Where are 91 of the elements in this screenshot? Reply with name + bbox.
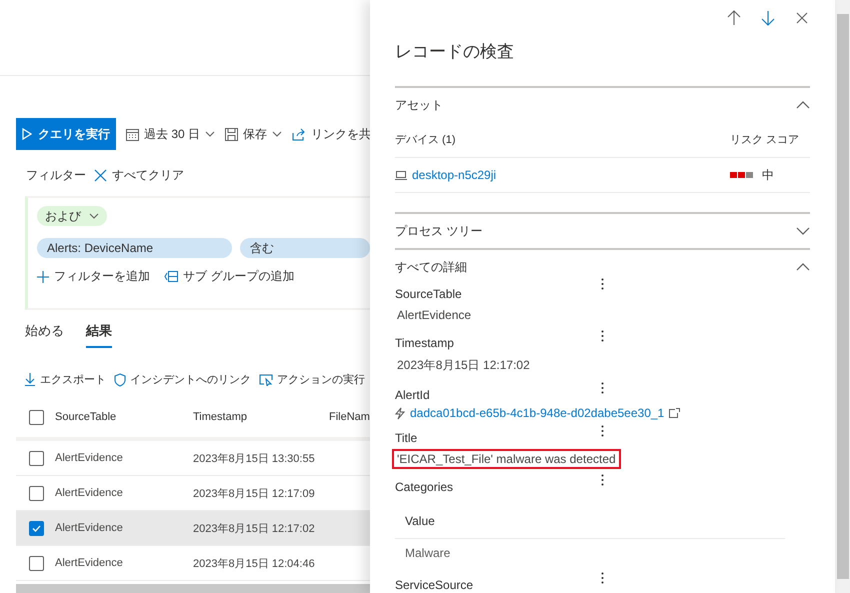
action-button[interactable]: インシデントへのリンク xyxy=(114,372,251,387)
close-icon xyxy=(794,10,810,26)
operator-dropdown[interactable]: および xyxy=(37,206,107,226)
alert-id-link[interactable]: dadca01bcd-e65b-4c1b-948e-d02dabe5ee30_1 xyxy=(410,406,664,420)
field-label: Timestamp xyxy=(395,336,455,352)
field-value: 'EICAR_Test_File' malware was detected xyxy=(392,449,621,469)
previous-button[interactable] xyxy=(726,10,742,26)
more-icon[interactable] xyxy=(601,278,604,290)
open-external-icon[interactable] xyxy=(669,408,680,418)
table-row[interactable]: AlertEvidence 2023年8月15日 12:17:02 xyxy=(16,511,370,546)
vertical-scrollbar[interactable] xyxy=(835,0,850,593)
action-button[interactable]: アクションの実行 xyxy=(259,372,365,387)
more-icon[interactable] xyxy=(601,330,604,342)
table-cell-text: AlertEvidence xyxy=(55,487,124,499)
more-icon[interactable] xyxy=(601,425,604,437)
filter-label: フィルター xyxy=(26,166,86,184)
table-cell-text: 2023年8月15日 13:30:55 xyxy=(193,452,316,466)
section-header[interactable]: プロセス ツリー xyxy=(395,212,810,248)
table-cell-text: AlertEvidence xyxy=(55,522,124,534)
row-checkbox[interactable] xyxy=(29,486,44,500)
field-label: Title xyxy=(395,431,418,447)
row-checkbox[interactable] xyxy=(29,520,44,536)
table-cell-text: AlertEvidence xyxy=(55,557,124,569)
horizontal-scrollbar[interactable] xyxy=(16,584,370,593)
condition-selector[interactable]: 含む xyxy=(240,238,370,258)
subgroup-icon xyxy=(164,271,178,282)
share-icon xyxy=(292,128,306,140)
section-header[interactable]: アセット xyxy=(395,86,810,122)
save-icon xyxy=(225,128,238,140)
calendar-icon xyxy=(126,128,139,140)
row-checkbox[interactable] xyxy=(29,450,44,466)
chevron-down-icon xyxy=(89,213,99,219)
cursor-icon xyxy=(259,374,273,386)
field-label: SourceTable xyxy=(395,287,463,303)
table-cell-text: 2023年8月15日 12:17:09 xyxy=(193,486,316,500)
device-link[interactable]: desktop-n5c29ji xyxy=(395,168,496,182)
field-value: 2023年8月15日 12:17:02 xyxy=(396,357,531,374)
check-icon xyxy=(32,524,41,532)
run-query-button[interactable]: クエリを実行 xyxy=(16,118,116,150)
section-title: アセット xyxy=(395,96,443,114)
close-icon xyxy=(94,168,107,182)
risk-label: 中 xyxy=(762,166,774,184)
lightning-icon xyxy=(395,406,405,420)
table-cell-text: AlertEvidence xyxy=(55,452,124,464)
column-header[interactable]: SourceTable xyxy=(55,411,193,423)
table-row[interactable]: AlertEvidence 2023年8月15日 12:04:46 xyxy=(16,546,370,581)
more-icon[interactable] xyxy=(601,474,604,486)
chevron-down-icon xyxy=(205,131,216,137)
table-cell-text: 2023年8月15日 12:04:46 xyxy=(193,556,316,570)
column-header[interactable]: Timestamp xyxy=(193,411,329,423)
table-cell-text: Malware xyxy=(404,545,452,562)
section-title: プロセス ツリー xyxy=(395,222,482,240)
row-checkbox[interactable] xyxy=(29,556,44,570)
field-label: AlertId xyxy=(395,388,431,404)
column-header: リスク スコア xyxy=(730,133,800,147)
close-button[interactable] xyxy=(794,10,810,26)
table-cell-text: 2023年8月15日 12:17:02 xyxy=(193,522,316,536)
play-icon xyxy=(22,128,32,140)
column-header: Value xyxy=(395,504,785,539)
shield-icon xyxy=(114,372,126,386)
plus-icon xyxy=(37,270,49,282)
next-button[interactable] xyxy=(760,10,776,26)
add-filter-button[interactable]: フィルターを追加 xyxy=(37,268,150,285)
more-icon[interactable] xyxy=(601,382,604,394)
select-all-checkbox[interactable] xyxy=(29,410,44,424)
arrow-up-icon xyxy=(726,10,742,26)
field-selector[interactable]: Alerts: DeviceName xyxy=(37,238,232,258)
more-icon[interactable] xyxy=(601,572,604,584)
chevron-up-icon[interactable] xyxy=(796,263,810,271)
field-label: Categories xyxy=(395,480,454,496)
column-header: デバイス (1) xyxy=(395,133,456,147)
table-row[interactable]: AlertEvidence 2023年8月15日 13:30:55 xyxy=(16,441,370,476)
chevron-down-icon[interactable] xyxy=(796,227,810,235)
chevron-down-icon xyxy=(272,131,282,137)
arrow-down-icon xyxy=(760,10,776,26)
field-value: AlertEvidence xyxy=(396,307,472,324)
laptop-icon xyxy=(395,170,407,180)
column-header[interactable]: FileNam xyxy=(329,411,370,423)
tab[interactable]: 始める xyxy=(25,322,64,348)
action-button[interactable]: エクスポート xyxy=(24,372,106,387)
field-label: ServiceSource xyxy=(395,578,474,593)
chevron-up-icon[interactable] xyxy=(796,101,810,109)
clear-all-button[interactable]: すべてクリア xyxy=(94,166,184,184)
section-title: すべての詳細 xyxy=(395,258,467,276)
panel-title: レコードの検査 xyxy=(395,41,515,63)
tab[interactable]: 結果 xyxy=(86,322,112,348)
add-subgroup-button[interactable]: サブ グループの追加 xyxy=(164,268,294,285)
download-icon xyxy=(24,373,36,386)
save-dropdown[interactable]: 保存 xyxy=(225,126,282,142)
section-header[interactable]: すべての詳細 xyxy=(395,248,810,284)
time-range-dropdown[interactable]: 過去 30 日 xyxy=(126,126,216,142)
